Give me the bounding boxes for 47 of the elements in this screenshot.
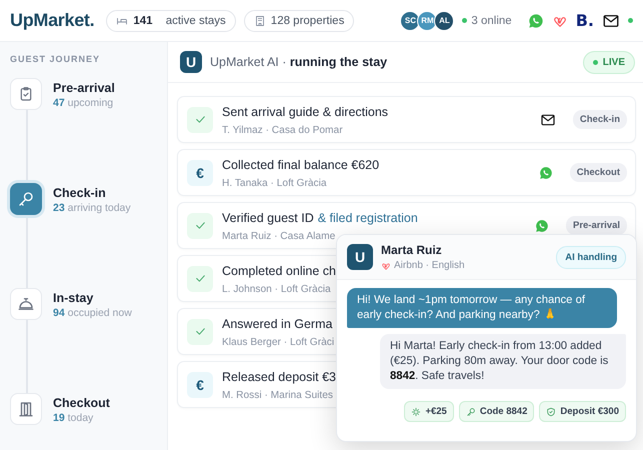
feed-title: UpMarket AI · running the stay xyxy=(210,55,388,69)
activity-title: Released deposit €3 xyxy=(222,370,336,384)
action-chip[interactable]: Deposit €300 xyxy=(539,401,626,422)
stat-chip: 141 active stays xyxy=(106,10,236,32)
activity-highlight: & filed registration xyxy=(318,211,418,225)
booking-logo[interactable]: B. xyxy=(576,11,594,30)
activity-title: Collected final balance €620 xyxy=(222,158,380,172)
reply-message: Hi Marta! Early check-in from 13:00 added (€25). Parking 80m away. Your door code is 8842. Safe travels! xyxy=(380,334,626,389)
activity-subtitle: L. Johnson · Loft Gràcia xyxy=(222,284,331,295)
stage-title: Checkout xyxy=(53,396,110,410)
activity-title: Sent arrival guide & directions xyxy=(222,105,388,119)
stage-tag: Pre-arrival xyxy=(566,216,627,235)
stage-title: Check-in xyxy=(53,186,107,200)
activity-title: Answered in Germa xyxy=(222,317,332,331)
user-avatar: SC xyxy=(400,10,420,30)
action-chip[interactable]: +€25 xyxy=(404,401,454,422)
stage-title: In-stay xyxy=(53,291,94,305)
guest-name: Marta Ruiz xyxy=(381,243,443,257)
stage-tag: Checkout xyxy=(570,163,627,182)
stage-detail: 23 arriving today xyxy=(53,202,131,214)
live-badge: LIVE xyxy=(582,50,635,74)
user-avatar: RM xyxy=(417,10,438,30)
guest-message: Hi! We land ~1pm tomorrow — any chance of early check-in? And parking nearby? 🙏 xyxy=(347,288,617,328)
action-chip[interactable]: Code 8842 xyxy=(458,401,534,422)
brand-logo: UpMarket. xyxy=(10,10,94,31)
activity-title: Completed online ch xyxy=(222,264,336,278)
euro-icon: € xyxy=(187,160,213,186)
app-logo: U xyxy=(180,51,202,73)
stage-detail: 94 occupied now xyxy=(53,307,132,319)
stat-chip: 128 properties xyxy=(244,10,354,32)
app-logo: U xyxy=(347,244,373,270)
stage-title: Pre-arrival xyxy=(53,81,115,95)
activity-subtitle: T. Yilmaz · Casa do Pomar xyxy=(222,125,343,136)
guest-source: Airbnb · English xyxy=(394,260,465,271)
section-heading: GUEST JOURNEY xyxy=(10,54,102,64)
stage-detail: 19 today xyxy=(53,412,94,424)
stage-tag: Check-in xyxy=(572,110,627,129)
euro-icon: € xyxy=(187,372,213,398)
activity-subtitle: H. Tanaka · Loft Gràcia xyxy=(222,178,327,189)
activity-subtitle: Klaus Berger · Loft Gràci xyxy=(222,337,334,348)
status-badge: AI handling xyxy=(556,246,626,268)
activity-title: Verified guest ID xyxy=(222,211,314,225)
online-count: 3 online xyxy=(471,14,512,26)
stage-detail: 47 upcoming xyxy=(53,97,114,109)
user-avatar: AL xyxy=(434,10,454,30)
activity-subtitle: Marta Ruiz · Casa Alame xyxy=(222,231,336,242)
activity-subtitle: M. Rossi · Marina Suites xyxy=(222,390,333,401)
